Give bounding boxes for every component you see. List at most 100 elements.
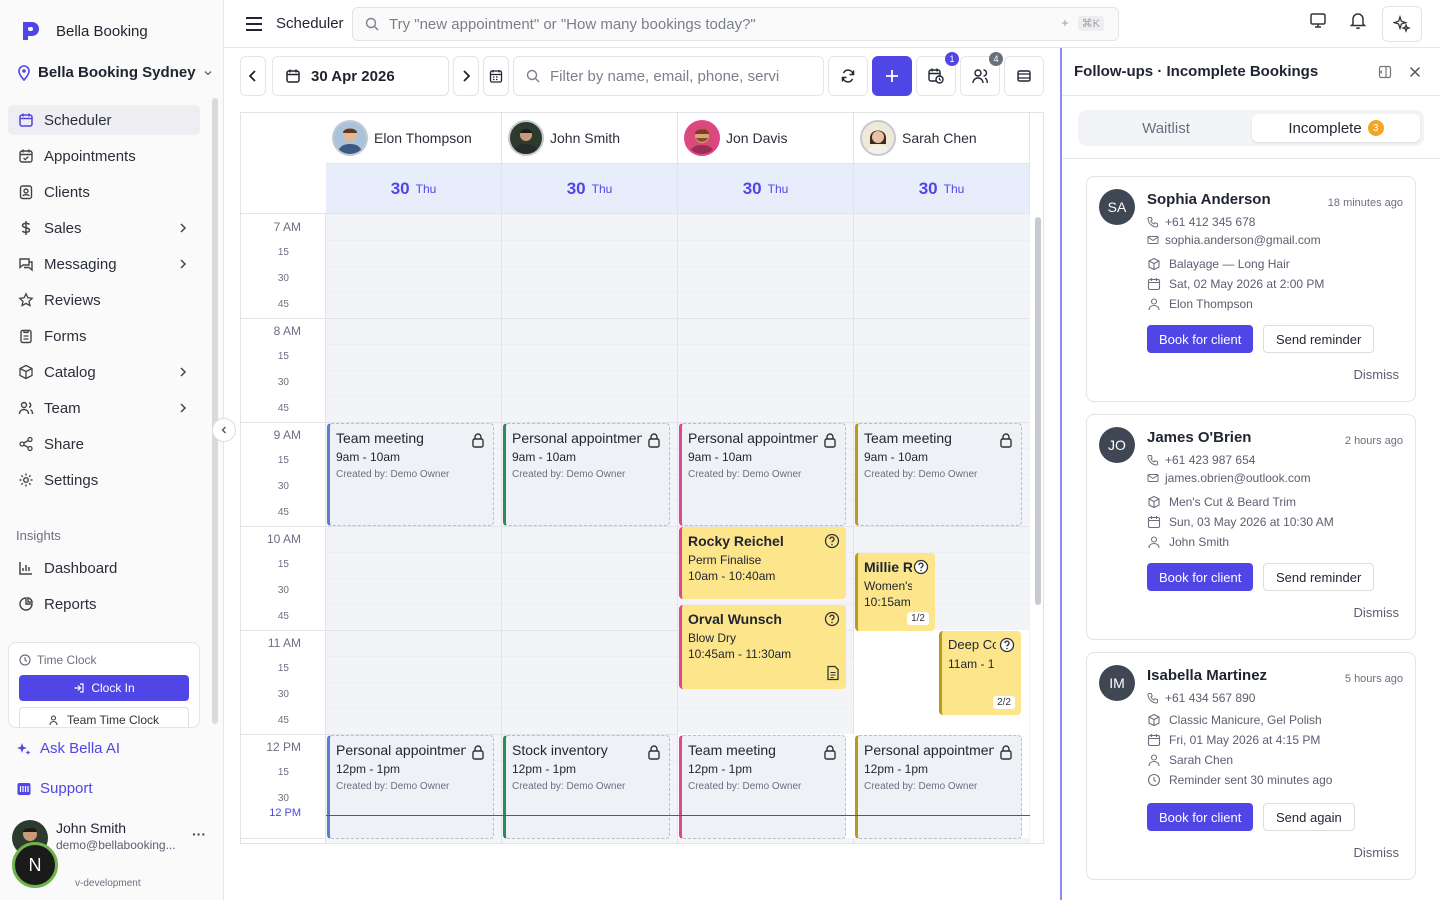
day-name: Thu: [943, 181, 965, 196]
refresh-button[interactable]: [828, 56, 868, 96]
chevron-down-icon: [202, 67, 214, 79]
tab-incomplete[interactable]: Incomplete 3: [1252, 114, 1420, 142]
support-link[interactable]: Support: [16, 780, 93, 797]
hamburger-menu-icon[interactable]: [244, 14, 264, 34]
contact-icon: [18, 184, 34, 200]
book-for-client-button[interactable]: Book for client: [1147, 563, 1254, 591]
overlap-pager[interactable]: 2/2: [993, 696, 1015, 709]
nav-label: Dashboard: [44, 559, 118, 577]
location-switcher[interactable]: Bella Booking Sydney: [16, 64, 214, 81]
send-reminder-button[interactable]: Send reminder: [1263, 563, 1375, 591]
nav-catalog[interactable]: Catalog: [8, 357, 200, 387]
month-view-button[interactable]: [483, 56, 509, 96]
brand[interactable]: Bella Booking: [20, 20, 148, 42]
quarter-label: 30: [277, 793, 289, 804]
waitlist-button[interactable]: 1: [916, 52, 959, 96]
close-icon[interactable]: [1408, 65, 1422, 79]
appointment-event[interactable]: Orval Wunsch Blow Dry 10:45am - 11:30am: [679, 605, 846, 689]
nav-label: Sales: [44, 219, 82, 237]
dev-tools-badge[interactable]: N: [12, 842, 58, 888]
panel-toggle-button[interactable]: [1004, 56, 1044, 96]
search-icon: [526, 69, 540, 83]
book-for-client-button[interactable]: Book for client: [1147, 325, 1254, 353]
nav-messaging[interactable]: Messaging: [8, 249, 200, 279]
clock-in-button[interactable]: Clock In: [19, 675, 189, 701]
appointment-event[interactable]: Rocky Reichel Perm Finalise 10am - 10:40…: [679, 527, 846, 599]
panel-title: Follow-ups · Incomplete Bookings: [1074, 63, 1319, 80]
dismiss-button[interactable]: Dismiss: [1354, 367, 1400, 382]
nav-reviews[interactable]: Reviews: [8, 285, 200, 315]
grid-scrollbar[interactable]: [1035, 217, 1041, 605]
service-row: Classic Manicure, Gel Polish: [1147, 713, 1322, 727]
appointment-event[interactable]: Deep Cc 11am - 1 2/2: [939, 631, 1021, 715]
dismiss-button[interactable]: Dismiss: [1354, 845, 1400, 860]
ask-bella-ai-link[interactable]: Ask Bella AI: [16, 740, 120, 757]
event-time: 9am - 10am: [336, 450, 401, 464]
nav-scheduler[interactable]: Scheduler: [8, 105, 200, 135]
prev-day-button[interactable]: [240, 56, 266, 96]
nav-label: Messaging: [44, 255, 117, 273]
new-appointment-button[interactable]: [872, 56, 912, 96]
lock-icon: [647, 432, 661, 448]
monitor-icon[interactable]: [1308, 10, 1328, 30]
hour-divider: [241, 422, 325, 423]
staff-name: Jon Davis: [726, 130, 788, 146]
panel-tabs: Waitlist Incomplete 3: [1078, 110, 1424, 146]
filter-input[interactable]: Filter by name, email, phone, service: [513, 56, 824, 96]
user-profile[interactable]: John Smith demo@bellabooking... ··· N: [12, 816, 212, 888]
nav-reports[interactable]: Reports: [8, 589, 200, 619]
send-again-button[interactable]: Send again: [1263, 803, 1355, 831]
staff-header[interactable]: John Smith: [502, 113, 677, 164]
day-number: 30: [390, 178, 410, 198]
blocked-time-event[interactable]: Personal appointment 12pm - 1pm Created …: [855, 735, 1022, 839]
next-day-button[interactable]: [453, 56, 479, 96]
blocked-time-event[interactable]: Team meeting 9am - 10am Created by: Demo…: [327, 423, 494, 526]
staff-header[interactable]: Sarah Chen: [854, 113, 1029, 164]
calendar-grid-icon: [489, 69, 503, 83]
blocked-time-event[interactable]: Team meeting 9am - 10am Created by: Demo…: [855, 423, 1022, 526]
nav-sales[interactable]: Sales: [8, 213, 200, 243]
command-search[interactable]: Try "new appointment" or "How many booki…: [352, 7, 1119, 41]
staff-header[interactable]: Jon Davis: [678, 113, 853, 164]
nav-dashboard[interactable]: Dashboard: [8, 553, 200, 583]
support-icon: [16, 781, 32, 797]
client-name: Orval Wunsch: [688, 611, 782, 627]
expand-panel-icon[interactable]: [1378, 65, 1392, 79]
nav-share[interactable]: Share: [8, 429, 200, 459]
chevron-right-icon: [176, 365, 190, 379]
service-name: Classic Manicure, Gel Polish: [1169, 713, 1322, 727]
user-icon: [1147, 297, 1161, 311]
overlap-pager[interactable]: 1/2: [907, 612, 929, 625]
nav-team[interactable]: Team: [8, 393, 200, 423]
waitlist-count-badge: 1: [945, 52, 959, 66]
ai-assistant-button[interactable]: [1382, 6, 1422, 42]
bell-icon[interactable]: [1348, 10, 1368, 30]
send-reminder-button[interactable]: Send reminder: [1263, 325, 1375, 353]
tab-waitlist[interactable]: Waitlist: [1082, 114, 1250, 142]
booking-date: Fri, 01 May 2026 at 4:15 PM: [1169, 733, 1321, 747]
staff-header[interactable]: Elon Thompson: [326, 113, 501, 164]
user-icon: [1147, 753, 1161, 767]
sidebar-collapse-button[interactable]: [212, 418, 236, 442]
staff-filter-button[interactable]: 4: [960, 52, 1003, 96]
blocked-time-event[interactable]: Personal appointment 9am - 10am Created …: [679, 423, 846, 526]
email-row: sophia.anderson@gmail.com: [1147, 233, 1321, 247]
appointment-event[interactable]: Millie R Women's 10:15am 1/2: [855, 553, 935, 631]
team-time-clock-button[interactable]: Team Time Clock: [19, 707, 189, 727]
date-picker[interactable]: 30 Apr 2026: [272, 56, 449, 96]
dismiss-button[interactable]: Dismiss: [1354, 605, 1400, 620]
support-label: Support: [40, 780, 93, 797]
blocked-time-event[interactable]: Stock inventory 12pm - 1pm Created by: D…: [503, 735, 670, 839]
nav-appointments[interactable]: Appointments: [8, 141, 200, 171]
sidebar-scrollbar[interactable]: [212, 98, 218, 724]
blocked-time-event[interactable]: Personal appointment 9am - 10am Created …: [503, 423, 670, 526]
panel-resize-handle[interactable]: [1058, 466, 1062, 480]
service-name: Women's: [864, 579, 912, 593]
nav-clients[interactable]: Clients: [8, 177, 200, 207]
book-for-client-button[interactable]: Book for client: [1147, 803, 1254, 831]
nav-forms[interactable]: Forms: [8, 321, 200, 351]
nav-settings[interactable]: Settings: [8, 465, 200, 495]
blocked-time-event[interactable]: Personal appointment 12pm - 1pm Created …: [327, 735, 494, 839]
user-menu-button[interactable]: ···: [192, 826, 206, 842]
blocked-time-event[interactable]: Team meeting 12pm - 1pm Created by: Demo…: [679, 735, 846, 839]
